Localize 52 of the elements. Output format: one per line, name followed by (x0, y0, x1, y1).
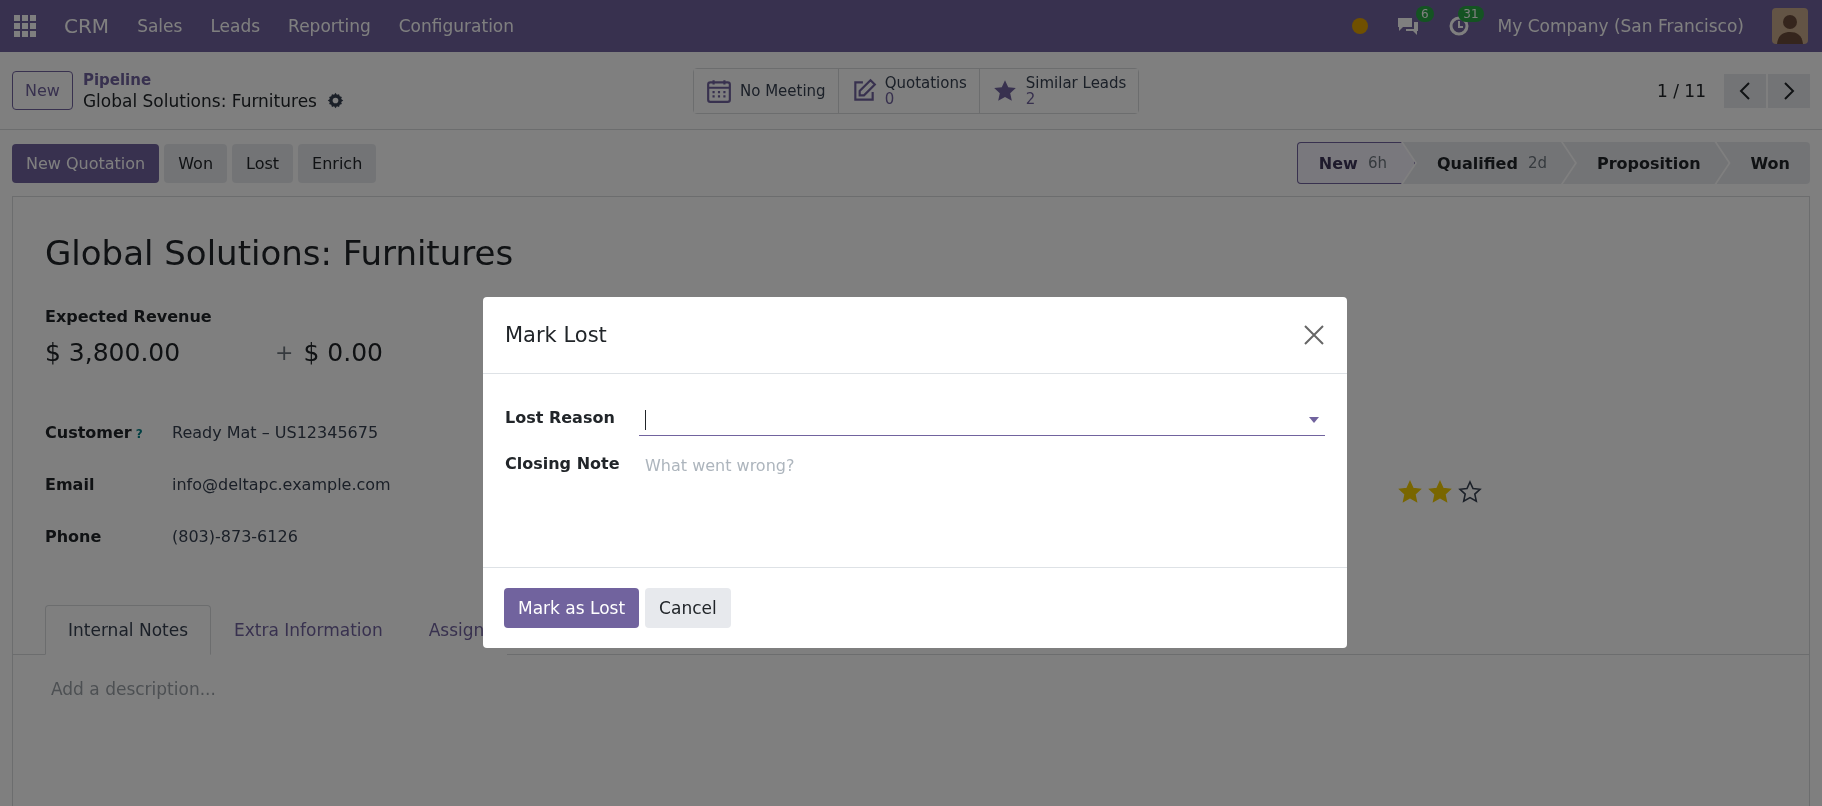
dialog-title: Mark Lost (505, 323, 607, 347)
calendar-icon (706, 78, 732, 104)
status-dot-icon (1351, 18, 1368, 34)
dropdown-caret-icon (1309, 416, 1319, 423)
app-name[interactable]: CRM (64, 14, 110, 38)
recurring-value: $ 0.00 (303, 338, 383, 367)
close-button[interactable] (1303, 324, 1325, 346)
stage-button[interactable]: Won (1716, 142, 1810, 184)
previous-button[interactable] (1724, 73, 1766, 108)
menu-item[interactable]: Configuration (398, 16, 515, 36)
lead-title: Global Solutions: Furnitures (45, 233, 515, 273)
field-label: Customer (45, 423, 132, 442)
apps-menu-icon[interactable] (14, 15, 36, 37)
chevron-right-icon (1783, 81, 1795, 100)
user-avatar[interactable] (1772, 8, 1808, 44)
pager-value: 1 / 11 (1657, 80, 1706, 101)
notebook-tab[interactable]: Internal Notes (45, 605, 212, 655)
field-label: Expected Revenue (45, 307, 212, 326)
priority-stars[interactable] (1398, 480, 1482, 504)
settings-icon[interactable] (326, 92, 344, 109)
chat-icon[interactable] (1395, 15, 1420, 37)
action-button[interactable]: Won (164, 143, 228, 183)
action-button[interactable]: New Quotation (12, 143, 160, 183)
company-name[interactable]: My Company (San Francisco) (1497, 16, 1744, 36)
new-button[interactable]: New (12, 71, 73, 110)
action-button[interactable]: Enrich (298, 143, 377, 183)
next-button[interactable] (1768, 73, 1810, 108)
field-label: Lost Reason (505, 407, 616, 427)
chevron-left-icon (1739, 81, 1751, 100)
smart-button[interactable]: Similar Leads 2 (978, 69, 1139, 113)
dialog-button[interactable]: Cancel (645, 588, 731, 628)
field-value[interactable]: info@deltapc.example.com (172, 475, 391, 494)
stage-button[interactable]: Proposition (1562, 142, 1729, 184)
plus-sign: + (275, 340, 294, 365)
field-label: Phone (45, 527, 103, 546)
menu-item[interactable]: Reporting (288, 16, 371, 36)
breadcrumb-link[interactable]: Pipeline (82, 70, 344, 89)
field-value[interactable]: (803)-873-6126 (172, 527, 298, 546)
help-tooltip[interactable]: ? (135, 427, 143, 441)
stage-button[interactable]: Qualified 2d (1402, 142, 1575, 184)
menu-item[interactable]: Leads (210, 16, 261, 36)
star-icon[interactable] (1458, 480, 1482, 504)
message-count: 6 (1415, 6, 1434, 22)
menu-item[interactable]: Sales (137, 16, 183, 36)
field-label: Email (45, 475, 96, 494)
revenue-value: $ 3,800.00 (45, 338, 182, 367)
field-label: Closing Note (505, 453, 621, 473)
activity-count: 31 (1458, 6, 1484, 22)
record-name: Global Solutions: Furnitures (82, 90, 317, 111)
dialog-button[interactable]: Mark as Lost (504, 588, 640, 628)
field-value[interactable]: Ready Mat – US12345675 (172, 423, 379, 442)
action-button[interactable]: Lost (232, 143, 294, 183)
